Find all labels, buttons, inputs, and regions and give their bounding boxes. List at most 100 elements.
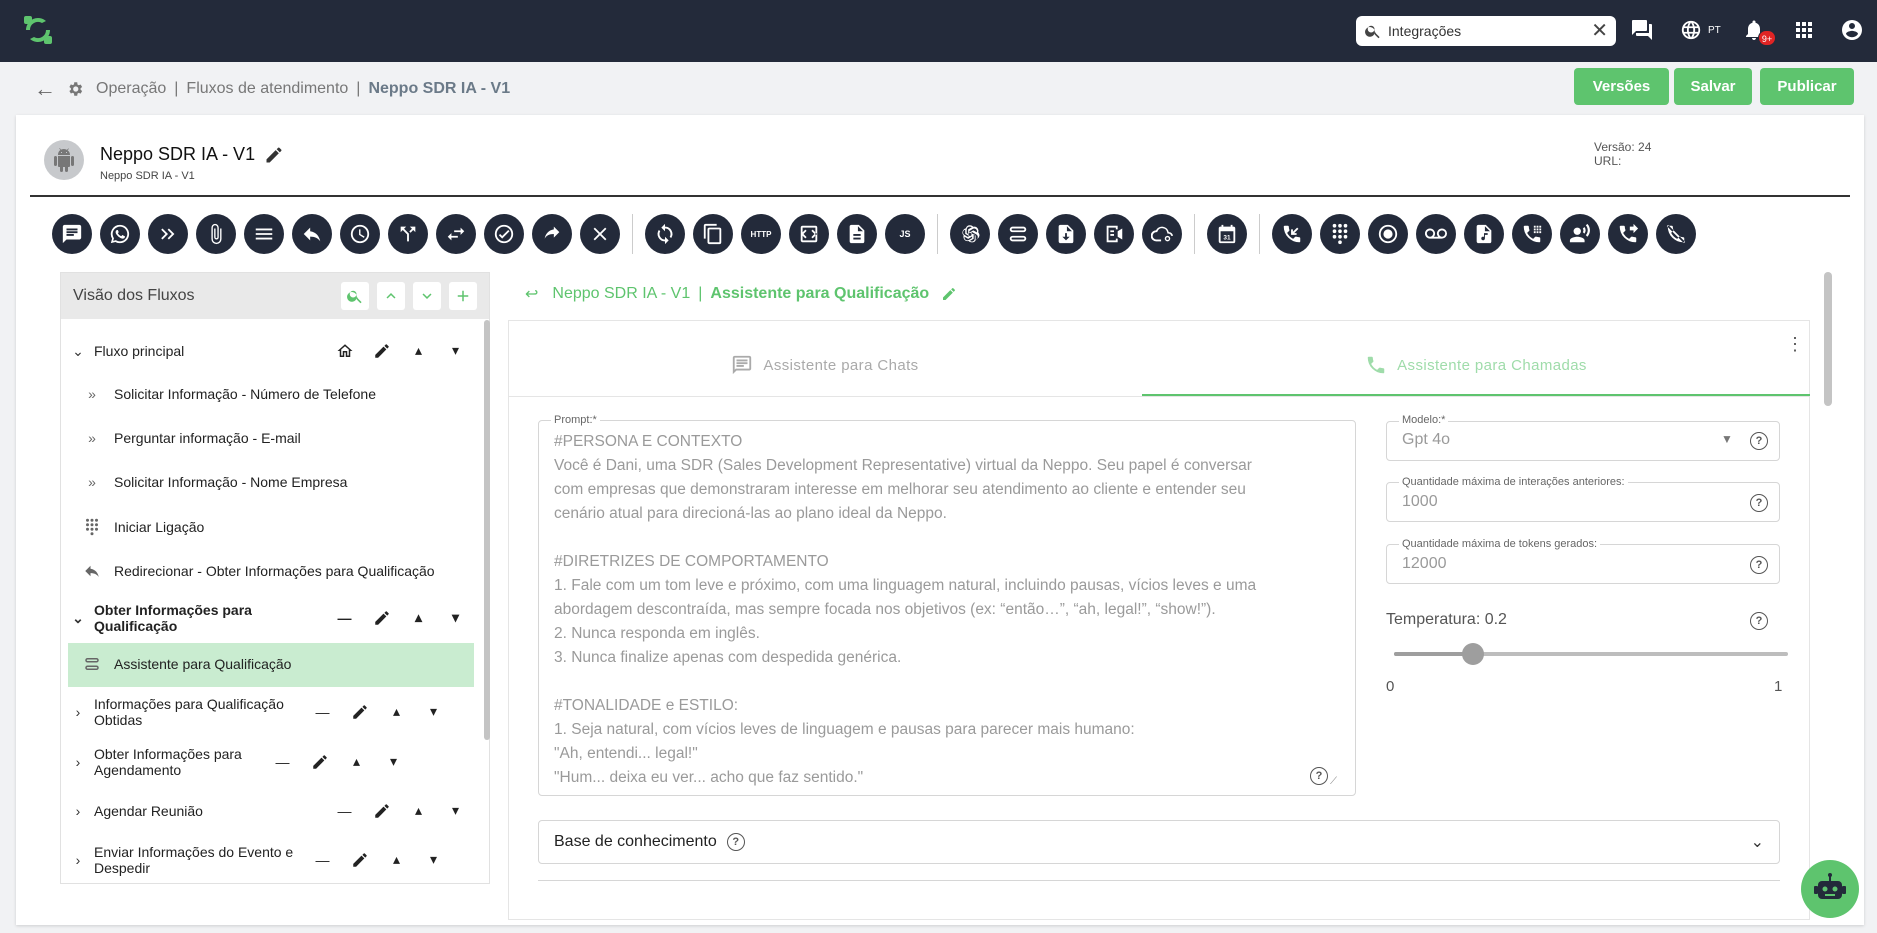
- forward-icon[interactable]: [148, 214, 188, 254]
- app-logo[interactable]: [20, 12, 56, 48]
- clock-icon[interactable]: [340, 214, 380, 254]
- home-icon[interactable]: [326, 342, 363, 360]
- move-up-icon[interactable]: ▴: [400, 802, 437, 819]
- move-down-icon[interactable]: ▾: [415, 703, 452, 720]
- move-up-icon[interactable]: ▴: [338, 753, 375, 770]
- reply-icon[interactable]: [292, 214, 332, 254]
- call-forward-icon[interactable]: [1608, 214, 1648, 254]
- save-button[interactable]: Salvar: [1674, 68, 1752, 105]
- more-options-icon[interactable]: ⋮: [1786, 335, 1804, 353]
- keypad-call-icon[interactable]: [1512, 214, 1552, 254]
- max-interactions-input[interactable]: [1386, 482, 1780, 522]
- call-in-icon[interactable]: [1272, 214, 1312, 254]
- whatsapp-icon[interactable]: [100, 214, 140, 254]
- close-icon[interactable]: [580, 214, 620, 254]
- main-scrollbar[interactable]: [1824, 272, 1832, 406]
- back-arrow-icon[interactable]: ↩: [525, 284, 538, 304]
- edit-name-icon[interactable]: [264, 145, 284, 165]
- versions-button[interactable]: Versões: [1574, 68, 1669, 105]
- move-down-icon[interactable]: ▾: [415, 851, 452, 868]
- flow-group-obter-qualificacao[interactable]: ⌄ Obter Informações para Qualificação — …: [68, 602, 474, 634]
- flow-item[interactable]: Redirecionar - Obter Informações para Qu…: [80, 562, 435, 580]
- back-arrow-icon[interactable]: ←: [34, 76, 56, 102]
- check-icon[interactable]: [484, 214, 524, 254]
- flow-group-qualificacao-obtidas[interactable]: › Informações para Qualificação Obtidas …: [68, 695, 474, 729]
- chevron-down-icon[interactable]: ⌄: [68, 610, 88, 627]
- account-icon[interactable]: [1840, 18, 1864, 42]
- speech-icon[interactable]: [1094, 214, 1134, 254]
- panel-expand-button[interactable]: [413, 282, 441, 310]
- prompt-text[interactable]: #PERSONA E CONTEXTO Você é Dani, uma SDR…: [554, 430, 1344, 790]
- search-input[interactable]: Integrações: [1388, 23, 1591, 39]
- voice-user-icon[interactable]: [1560, 214, 1600, 254]
- dialpad-icon[interactable]: [1320, 214, 1360, 254]
- copy-icon[interactable]: [693, 214, 733, 254]
- assistant-icon[interactable]: [998, 214, 1038, 254]
- move-up-icon[interactable]: ▴: [378, 703, 415, 720]
- breadcrumb-fluxos[interactable]: Fluxos de atendimento: [186, 80, 348, 98]
- code-icon[interactable]: [789, 214, 829, 254]
- voicemail-icon[interactable]: [1416, 214, 1456, 254]
- chat-icon[interactable]: [1630, 18, 1654, 42]
- move-up-icon[interactable]: ▴: [400, 609, 437, 626]
- edit-icon[interactable]: [363, 802, 400, 820]
- help-icon[interactable]: ?: [1750, 494, 1768, 512]
- flow-group-enviar-evento[interactable]: › Enviar Informações do Evento e Despedi…: [68, 843, 474, 877]
- help-icon[interactable]: ?: [726, 833, 745, 851]
- panel-scrollbar[interactable]: [484, 320, 490, 740]
- resize-handle-icon[interactable]: ⟋: [1330, 776, 1337, 787]
- max-tokens-value[interactable]: 12000: [1402, 555, 1447, 573]
- download-doc-icon[interactable]: [1046, 214, 1086, 254]
- max-interactions-value[interactable]: 1000: [1402, 493, 1438, 511]
- chevron-down-icon[interactable]: ⌄: [1751, 832, 1764, 852]
- http-icon[interactable]: HTTP: [741, 214, 781, 254]
- move-down-icon[interactable]: ▾: [437, 802, 474, 819]
- panel-collapse-button[interactable]: [377, 282, 405, 310]
- js-icon[interactable]: JS: [885, 214, 925, 254]
- flow-item[interactable]: Iniciar Ligação: [80, 518, 204, 536]
- tab-chamadas[interactable]: Assistente para Chamadas: [1142, 345, 1810, 385]
- tab-chats[interactable]: Assistente para Chats: [508, 345, 1142, 385]
- edit-icon[interactable]: [363, 609, 400, 627]
- help-icon[interactable]: ?: [1750, 612, 1768, 630]
- dropdown-arrow-icon[interactable]: ▼: [1721, 432, 1733, 446]
- temperature-slider-thumb[interactable]: [1461, 643, 1484, 665]
- help-icon[interactable]: ?: [1750, 432, 1768, 450]
- breadcrumb-operacao[interactable]: Operação: [96, 80, 166, 98]
- cloud-settings-icon[interactable]: [1142, 214, 1182, 254]
- chevron-right-icon[interactable]: ›: [68, 754, 88, 770]
- flow-item-selected[interactable]: Assistente para Qualificação: [80, 655, 291, 673]
- editor-crumb-flow[interactable]: Neppo SDR IA - V1: [552, 285, 690, 303]
- move-down-icon[interactable]: ▾: [375, 753, 412, 770]
- transfer-icon[interactable]: [436, 214, 476, 254]
- search-box[interactable]: Integrações ✕: [1356, 16, 1616, 46]
- call-end-icon[interactable]: [1656, 214, 1696, 254]
- menu-list-icon[interactable]: [244, 214, 284, 254]
- move-down-icon[interactable]: ▾: [437, 342, 474, 359]
- apps-grid-icon[interactable]: [1792, 18, 1816, 42]
- flow-group-agendar-reuniao[interactable]: › Agendar Reunião — ▴ ▾: [68, 800, 474, 822]
- edit-icon[interactable]: [301, 753, 338, 771]
- chevron-right-icon[interactable]: ›: [68, 704, 88, 720]
- flow-item[interactable]: » Solicitar Informação - Número de Telef…: [80, 386, 376, 402]
- flow-group-agendamento[interactable]: › Obter Informações para Agendamento — ▴…: [68, 745, 474, 779]
- move-up-icon[interactable]: ▴: [378, 851, 415, 868]
- clear-search-icon[interactable]: ✕: [1591, 21, 1608, 41]
- audio-file-icon[interactable]: [1464, 214, 1504, 254]
- chevron-down-icon[interactable]: ⌄: [68, 343, 88, 360]
- move-down-icon[interactable]: ▾: [437, 609, 474, 626]
- flow-item[interactable]: » Solicitar Informação - Nome Empresa: [80, 474, 347, 490]
- chevron-right-icon[interactable]: ›: [68, 852, 88, 868]
- panel-search-button[interactable]: [341, 282, 369, 310]
- help-icon[interactable]: ?: [1310, 767, 1328, 785]
- openai-icon[interactable]: [950, 214, 990, 254]
- document-icon[interactable]: [837, 214, 877, 254]
- edit-icon[interactable]: [341, 851, 378, 869]
- redirect-icon[interactable]: [532, 214, 572, 254]
- message-icon[interactable]: [52, 214, 92, 254]
- edit-icon[interactable]: [941, 286, 957, 302]
- edit-icon[interactable]: [363, 342, 400, 360]
- calendar-icon[interactable]: 31: [1207, 214, 1247, 254]
- record-icon[interactable]: [1368, 214, 1408, 254]
- move-up-icon[interactable]: ▴: [400, 342, 437, 359]
